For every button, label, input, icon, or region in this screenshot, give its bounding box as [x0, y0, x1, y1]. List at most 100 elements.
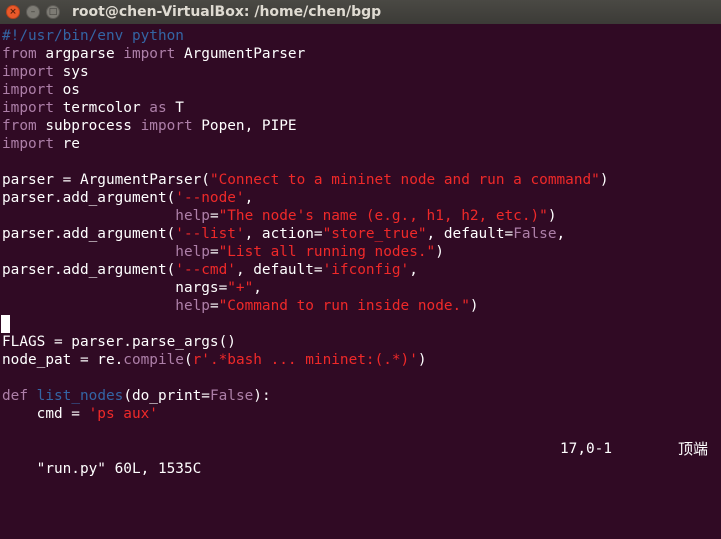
- code-token: parser.add_argument(: [2, 262, 176, 278]
- code-line: help="The node's name (e.g., h1, h2, etc…: [2, 207, 557, 225]
- code-token: ):: [253, 388, 271, 404]
- code-token: '--list': [175, 226, 245, 242]
- code-token: =: [209, 208, 219, 224]
- close-window-button[interactable]: ×: [6, 5, 20, 19]
- code-token: False: [209, 388, 254, 404]
- close-icon: ×: [9, 6, 17, 17]
- code-token: termcolor: [53, 100, 150, 116]
- maximize-icon: □: [48, 6, 58, 17]
- code-token: , action=: [244, 226, 323, 242]
- code-token: as: [149, 100, 167, 116]
- code-token: , default=: [235, 262, 323, 278]
- code-token: ,: [409, 262, 418, 278]
- code-line: help="Command to run inside node."): [2, 297, 479, 315]
- file-info: "run.py" 60L, 1535C: [36, 461, 202, 477]
- code-token: ): [435, 244, 444, 260]
- code-token: parser = ArgumentParser(: [2, 172, 210, 188]
- code-token: argparse: [36, 46, 124, 62]
- code-token: ,: [556, 226, 566, 242]
- code-line: from subprocess import Popen, PIPE: [2, 117, 297, 135]
- code-token: #!/usr/bin/env python: [2, 28, 184, 44]
- code-token: =: [209, 298, 219, 314]
- code-token: False: [513, 226, 557, 242]
- code-token: "store_true": [322, 226, 427, 242]
- code-token: 'ps aux': [88, 406, 158, 422]
- text-cursor: [1, 315, 10, 333]
- code-token: sys: [53, 64, 89, 80]
- code-line: def list_nodes(do_print=False):: [2, 387, 271, 405]
- code-token: import: [2, 100, 54, 116]
- code-line: parser.add_argument('--list', action="st…: [2, 225, 565, 243]
- code-token: ArgumentParser: [175, 46, 306, 62]
- code-token: , default=: [426, 226, 514, 242]
- code-line: import termcolor as T: [2, 99, 184, 117]
- code-token: "Connect to a mininet node and run a com…: [209, 172, 600, 188]
- code-line: parser.add_argument('--cmd', default='if…: [2, 261, 418, 279]
- code-token: FLAGS = parser.parse_args(): [2, 334, 236, 350]
- code-token: r'.*bash ... mininet:(.*)': [192, 352, 418, 368]
- code-token: "List all running nodes.": [218, 244, 436, 260]
- status-line: "run.py" 60L, 1535C 17,0-1 顶端: [2, 439, 717, 477]
- code-token: nargs=: [2, 280, 228, 296]
- code-token: list_nodes: [36, 388, 124, 404]
- code-line: import re: [2, 135, 80, 153]
- code-token: from: [2, 46, 37, 62]
- code-token: cmd =: [2, 406, 89, 422]
- code-token: parser.add_argument(: [2, 226, 176, 242]
- code-token: '--cmd': [175, 262, 236, 278]
- window-title: root@chen-VirtualBox: /home/chen/bgp: [72, 4, 382, 20]
- code-token: ,: [244, 190, 254, 206]
- code-token: (do_print=: [123, 388, 210, 404]
- code-token: help: [175, 298, 210, 314]
- code-token: 'ifconfig': [322, 262, 410, 278]
- code-token: ): [547, 208, 557, 224]
- code-token: help: [175, 244, 210, 260]
- code-line: parser = ArgumentParser("Connect to a mi…: [2, 171, 609, 189]
- code-token: "Command to run inside node.": [218, 298, 470, 314]
- code-token: compile: [123, 352, 184, 368]
- code-line: nargs="+",: [2, 279, 262, 297]
- code-token: parser.add_argument(: [2, 190, 176, 206]
- minimize-window-button[interactable]: –: [26, 5, 40, 19]
- code-token: import: [123, 46, 176, 62]
- code-token: '--node': [175, 190, 245, 206]
- code-line: #!/usr/bin/env python: [2, 27, 184, 45]
- code-token: ): [417, 352, 427, 368]
- code-token: os: [53, 82, 80, 98]
- code-token: import: [2, 64, 54, 80]
- scroll-position: 顶端: [678, 440, 709, 458]
- code-line: FLAGS = parser.parse_args(): [2, 333, 236, 351]
- code-token: import: [2, 136, 54, 152]
- code-token: T: [166, 100, 184, 116]
- code-line: parser.add_argument('--node',: [2, 189, 253, 207]
- code-token: "The node's name (e.g., h1, h2, etc.)": [218, 208, 548, 224]
- code-token: re: [53, 136, 80, 152]
- code-token: "+": [227, 280, 254, 296]
- code-line: node_pat = re.compile(r'.*bash ... minin…: [2, 351, 427, 369]
- code-token: =: [209, 244, 219, 260]
- code-line: help="List all running nodes."): [2, 243, 444, 261]
- window-titlebar[interactable]: × – □ root@chen-VirtualBox: /home/chen/b…: [0, 0, 721, 24]
- code-line: import os: [2, 81, 80, 99]
- terminal-editor[interactable]: #!/usr/bin/env python from argparse impor…: [0, 26, 721, 477]
- code-token: node_pat = re.: [2, 352, 124, 368]
- maximize-window-button[interactable]: □: [46, 5, 60, 19]
- minimize-icon: –: [30, 6, 36, 17]
- cursor-position: 17,0-1: [560, 441, 612, 457]
- code-token: help: [175, 208, 210, 224]
- code-token: ,: [253, 280, 262, 296]
- code-token: def: [2, 388, 28, 404]
- code-token: import: [140, 118, 193, 134]
- code-token: subprocess: [36, 118, 141, 134]
- code-token: import: [2, 82, 54, 98]
- code-token: ): [599, 172, 609, 188]
- code-line: import sys: [2, 63, 89, 81]
- code-token: (: [183, 352, 193, 368]
- code-token: from: [2, 118, 37, 134]
- code-token: ): [469, 298, 479, 314]
- code-token: Popen, PIPE: [192, 118, 297, 134]
